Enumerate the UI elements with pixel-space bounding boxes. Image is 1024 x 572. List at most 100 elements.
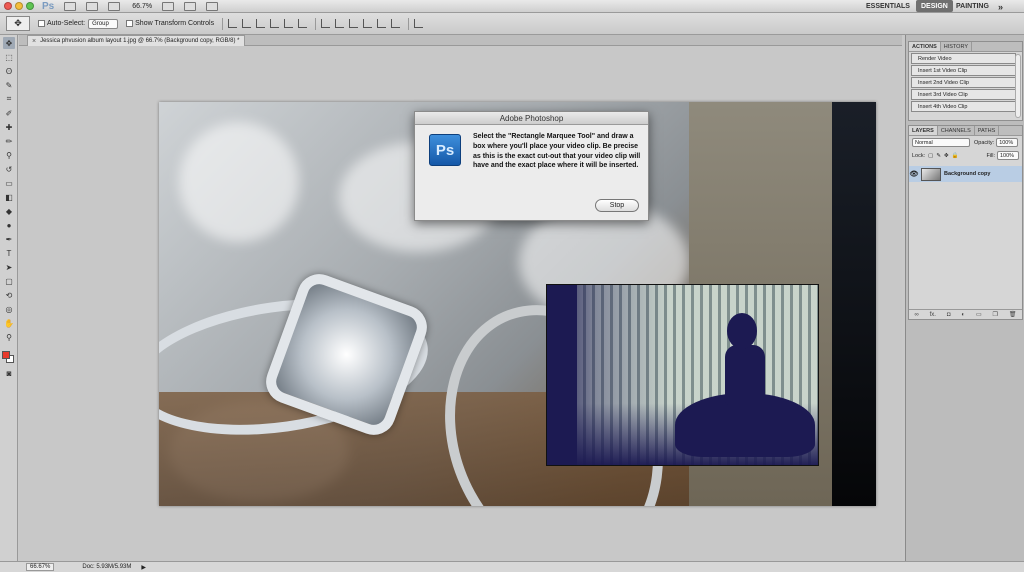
tab-actions[interactable]: ACTIONS: [909, 42, 941, 51]
actions-panel: ACTIONS HISTORY Render Video Insert 1st …: [908, 41, 1023, 121]
distribute-center-icon[interactable]: [335, 19, 345, 28]
hand-tool-icon[interactable]: ✋: [3, 317, 15, 329]
status-menu-arrow-icon[interactable]: ▶: [141, 564, 146, 571]
view-extras-icon[interactable]: [108, 1, 121, 11]
action-item[interactable]: Insert 2nd Video Clip: [911, 77, 1016, 88]
workspace-more-button[interactable]: »: [998, 0, 1003, 13]
3d-rotate-tool-icon[interactable]: ⟲: [3, 289, 15, 301]
bokeh-highlight: [179, 122, 299, 242]
zoom-tool-icon[interactable]: ⚲: [3, 331, 15, 343]
blend-mode-dropdown[interactable]: Normal: [912, 138, 970, 147]
tab-history[interactable]: HISTORY: [941, 42, 972, 51]
distribute-left-icon[interactable]: [363, 19, 373, 28]
adjustment-layer-icon[interactable]: ◐: [961, 312, 965, 318]
action-item[interactable]: Insert 3rd Video Clip: [911, 89, 1016, 100]
layer-mask-icon[interactable]: ◘: [947, 312, 951, 318]
new-group-icon[interactable]: ▭: [976, 311, 982, 318]
actions-scrollbar[interactable]: [1015, 54, 1021, 118]
show-transform-option[interactable]: Show Transform Controls: [126, 20, 214, 27]
auto-select-dropdown[interactable]: Group: [88, 18, 119, 29]
distribute-right-icon[interactable]: [391, 19, 401, 28]
align-bottom-icon[interactable]: [256, 19, 266, 28]
workspace-painting[interactable]: PAINTING: [956, 0, 989, 13]
new-layer-icon[interactable]: ❐: [993, 311, 998, 318]
tool-preset-picker[interactable]: ✥: [6, 16, 30, 31]
history-brush-tool-icon[interactable]: ↺: [3, 163, 15, 175]
action-item[interactable]: Insert 4th Video Clip: [911, 101, 1016, 112]
marquee-tool-icon[interactable]: ⬚: [3, 51, 15, 63]
align-top-icon[interactable]: [228, 19, 238, 28]
distribute-top-icon[interactable]: [321, 19, 331, 28]
layer-row[interactable]: 👁 Background copy: [909, 166, 1022, 182]
dodge-tool-icon[interactable]: ●: [3, 219, 15, 231]
auto-select-option[interactable]: Auto-Select:: [38, 20, 85, 27]
fill-field[interactable]: 100%: [997, 151, 1019, 160]
clone-stamp-tool-icon[interactable]: ⚲: [3, 149, 15, 161]
mini-bridge-icon[interactable]: [86, 1, 99, 11]
foreground-color-swatch[interactable]: [2, 351, 10, 359]
workspace-design[interactable]: DESIGN: [916, 0, 953, 12]
healing-brush-tool-icon[interactable]: ✚: [3, 121, 15, 133]
eraser-tool-icon[interactable]: ▭: [3, 177, 15, 189]
layer-style-icon[interactable]: fx.: [930, 312, 936, 318]
eye-icon[interactable]: 👁: [909, 170, 919, 178]
quick-mask-icon[interactable]: ◙: [3, 367, 15, 379]
tab-layers[interactable]: LAYERS: [909, 126, 938, 135]
close-window-button[interactable]: [4, 2, 12, 10]
blur-tool-icon[interactable]: ◆: [3, 205, 15, 217]
eyedropper-tool-icon[interactable]: ✐: [3, 107, 15, 119]
zoom-window-button[interactable]: [26, 2, 34, 10]
zoom-level[interactable]: 66.7%: [132, 3, 152, 10]
show-transform-checkbox[interactable]: [126, 20, 134, 27]
lock-position-icon[interactable]: ✥: [944, 153, 949, 159]
move-tool-icon[interactable]: ✥: [3, 37, 15, 49]
opacity-field[interactable]: 100%: [996, 138, 1019, 147]
align-horizontal-center-icon[interactable]: [284, 19, 294, 28]
workspace-essentials[interactable]: ESSENTIALS: [866, 0, 910, 13]
path-selection-tool-icon[interactable]: ➤: [3, 261, 15, 273]
status-zoom-field[interactable]: 66.67%: [26, 563, 55, 571]
gradient-tool-icon[interactable]: ◧: [3, 191, 15, 203]
distribute-hcenter-icon[interactable]: [377, 19, 387, 28]
shape-tool-icon[interactable]: ▢: [3, 275, 15, 287]
lock-all-icon[interactable]: 🔒: [952, 153, 959, 159]
minimize-window-button[interactable]: [15, 2, 23, 10]
tab-paths[interactable]: PATHS: [975, 126, 1000, 135]
type-tool-icon[interactable]: T: [3, 247, 15, 259]
bridge-icon[interactable]: [64, 1, 77, 11]
action-item[interactable]: Render Video: [911, 53, 1016, 64]
3d-orbit-tool-icon[interactable]: ◎: [3, 303, 15, 315]
layers-panel-footer: ∞ fx. ◘ ◐ ▭ ❐ 🗑: [909, 309, 1022, 319]
brush-tool-icon[interactable]: ✏: [3, 135, 15, 147]
tools-panel: ✥ ⬚ ʘ ✎ ⌗ ✐ ✚ ✏ ⚲ ↺ ▭ ◧ ◆ ● ✒ T ➤ ▢ ⟲ ◎ …: [0, 35, 18, 561]
tab-channels[interactable]: CHANNELS: [938, 126, 975, 135]
video-placeholder-image[interactable]: [546, 284, 819, 466]
auto-align-layers-icon[interactable]: [414, 19, 424, 28]
auto-select-checkbox[interactable]: [38, 20, 45, 27]
link-layers-icon[interactable]: ∞: [914, 312, 918, 318]
screen-mode-icon[interactable]: [206, 1, 219, 11]
document-tab[interactable]: × Jessica phvusion album layout 1.jpg @ …: [27, 35, 245, 46]
lasso-tool-icon[interactable]: ʘ: [3, 65, 15, 77]
quick-selection-tool-icon[interactable]: ✎: [3, 79, 15, 91]
document-tab-title: Jessica phvusion album layout 1.jpg @ 66…: [40, 38, 240, 44]
delete-layer-icon[interactable]: 🗑: [1009, 311, 1017, 318]
align-right-icon[interactable]: [298, 19, 308, 28]
options-bar: ✥ Auto-Select: Group Show Transform Cont…: [0, 13, 1024, 35]
lock-pixels-icon[interactable]: ✎: [936, 153, 941, 159]
actions-panel-tabs: ACTIONS HISTORY: [909, 42, 1022, 52]
align-left-icon[interactable]: [270, 19, 280, 28]
lock-transparency-icon[interactable]: ▢: [928, 153, 933, 159]
photoshop-app-icon: Ps: [429, 134, 461, 166]
arrange-documents-icon[interactable]: [184, 1, 197, 11]
layers-panel-tabs: LAYERS CHANNELS PATHS: [909, 126, 1022, 136]
crop-tool-icon[interactable]: ⌗: [3, 93, 15, 105]
distribute-bottom-icon[interactable]: [349, 19, 359, 28]
close-document-icon[interactable]: ×: [32, 38, 36, 45]
pen-tool-icon[interactable]: ✒: [3, 233, 15, 245]
align-vertical-center-icon[interactable]: [242, 19, 252, 28]
layer-name: Background copy: [944, 171, 991, 177]
action-item[interactable]: Insert 1st Video Clip: [911, 65, 1016, 76]
hand-tool-icon[interactable]: [162, 1, 175, 11]
stop-button[interactable]: Stop: [595, 199, 639, 212]
